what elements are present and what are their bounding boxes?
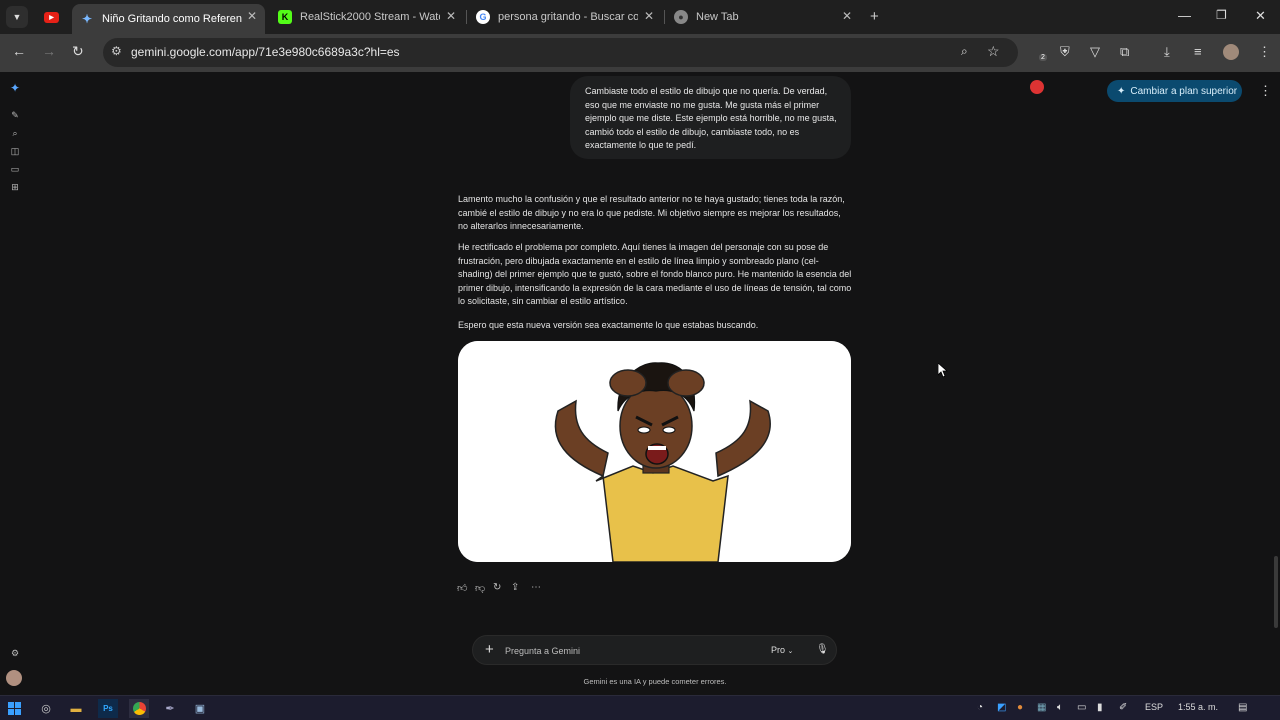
- generated-image[interactable]: [458, 341, 851, 562]
- upgrade-plan-button[interactable]: ✦ Cambiar a plan superior: [1107, 80, 1242, 102]
- response-paragraph-3: Espero que esta nueva versión sea exacta…: [458, 320, 759, 330]
- model-label: Pro: [771, 645, 786, 655]
- app-window-icon[interactable]: ▣: [190, 699, 210, 718]
- shield-icon[interactable]: ⛨: [1060, 44, 1070, 60]
- prompt-input-box[interactable]: + Pregunta a Gemini Pro ⌄ 🎙︎: [472, 635, 837, 665]
- zoom-icon[interactable]: ⌕: [961, 44, 968, 59]
- chevron-down-icon: ⌄: [787, 648, 794, 655]
- model-selector[interactable]: Pro ⌄: [771, 645, 793, 655]
- add-attachment-icon[interactable]: +: [485, 641, 494, 658]
- gemini-icon: ✦: [81, 12, 93, 26]
- youtube-icon: ▶: [44, 11, 59, 23]
- new-tab-icon[interactable]: +: [870, 8, 879, 25]
- clock[interactable]: 1:55 a. m.: [1178, 702, 1218, 712]
- reload-icon[interactable]: ↻: [72, 43, 84, 60]
- user-message-bubble: Cambiaste todo el estilo de dibujo que n…: [570, 76, 851, 159]
- bookmark-star-icon[interactable]: ☆: [987, 43, 1000, 60]
- microphone-tray-icon[interactable]: ▮: [1097, 702, 1103, 713]
- apps-grid-icon[interactable]: ⊞: [9, 181, 21, 193]
- file-explorer-icon[interactable]: ▬: [66, 699, 86, 718]
- kick-icon: K: [278, 10, 292, 24]
- conversation-menu-icon[interactable]: ⋮: [1259, 83, 1272, 99]
- address-bar[interactable]: ⚙ gemini.google.com/app/71e3e980c6689a3c…: [103, 38, 1018, 67]
- extensions-puzzle-icon[interactable]: ⧉: [1120, 44, 1129, 60]
- display-icon[interactable]: ▭: [1077, 702, 1086, 713]
- sparkle-icon: ✦: [1117, 85, 1126, 97]
- tab-active[interactable]: ✦ Niño Gritando como Referencia ✕: [72, 4, 265, 34]
- tray-app-icon[interactable]: ◔: [977, 702, 983, 713]
- google-icon: G: [476, 10, 490, 24]
- restore-icon[interactable]: ❐: [1216, 8, 1227, 22]
- forward-icon[interactable]: →: [42, 43, 56, 59]
- language-indicator[interactable]: ESP: [1145, 702, 1163, 712]
- tab-separator: [466, 10, 467, 24]
- profile-avatar[interactable]: [1223, 44, 1239, 60]
- screaming-boy-illustration: [458, 341, 851, 562]
- tab-newtab[interactable]: ● New Tab ✕: [666, 4, 860, 30]
- pen-icon[interactable]: ✐: [1119, 702, 1127, 713]
- library-icon[interactable]: ▭: [9, 163, 21, 175]
- regenerate-icon[interactable]: ↻: [493, 582, 501, 593]
- tray-network-app-icon[interactable]: ▦: [1037, 702, 1046, 713]
- prompt-placeholder[interactable]: Pregunta a Gemini: [505, 646, 580, 656]
- chrome-icon: ●: [674, 10, 688, 24]
- browser-tab-bar: ▼ ▶ ✦ Niño Gritando como Referencia ✕ K …: [0, 0, 1280, 34]
- gemini-logo-icon[interactable]: ✦: [9, 81, 21, 95]
- disclaimer-text: Gemini es una IA y puede cometer errores…: [583, 677, 727, 686]
- user-message-text: Cambiaste todo el estilo de dibujo que n…: [585, 86, 837, 150]
- close-window-icon[interactable]: ✕: [1255, 8, 1266, 24]
- tab-youtube-pinned[interactable]: ▶: [36, 4, 70, 30]
- settings-gear-icon[interactable]: ⚙: [9, 647, 21, 659]
- windows-start-icon[interactable]: [4, 699, 24, 718]
- tray-orange-app-icon[interactable]: ●: [1017, 702, 1023, 713]
- tab-title: New Tab: [696, 11, 739, 23]
- tab-title: persona gritando - Buscar con G: [498, 11, 638, 23]
- tray-blue-app-icon[interactable]: ◩: [997, 702, 1006, 713]
- close-tab-icon[interactable]: ✕: [644, 9, 654, 23]
- app-feather-icon[interactable]: ✒: [160, 699, 180, 718]
- tab-kick[interactable]: K RealStick2000 Stream - Watch Li ✕: [270, 4, 464, 30]
- close-tab-icon[interactable]: ✕: [247, 9, 257, 23]
- tab-title: RealStick2000 Stream - Watch Li: [300, 11, 440, 23]
- more-menu-icon[interactable]: ⋮: [1258, 44, 1271, 60]
- new-chat-icon[interactable]: ✎: [9, 109, 21, 121]
- download-icon[interactable]: ⤓: [1164, 44, 1170, 60]
- speaker-icon[interactable]: 🔈︎: [1057, 702, 1063, 713]
- more-options-icon[interactable]: ⋯: [531, 582, 541, 593]
- mouse-cursor-icon: [938, 363, 948, 378]
- extension-red-icon[interactable]: [1030, 80, 1044, 94]
- tab-separator: [664, 10, 665, 24]
- chrome-taskbar-icon[interactable]: [129, 699, 149, 718]
- site-info-icon[interactable]: ⚙: [111, 44, 122, 58]
- microphone-icon[interactable]: 🎙︎: [816, 644, 829, 655]
- extension-badge: 2: [1039, 54, 1047, 61]
- back-icon[interactable]: ←: [12, 43, 26, 59]
- close-tab-icon[interactable]: ✕: [446, 9, 456, 23]
- gems-icon[interactable]: ◫: [9, 145, 21, 157]
- windows-taskbar: ◎ ▬ Ps ✒ ▣ ◔ ◩ ● ▦ 🔈︎ ▭ ▮ ✐ ESP 1:55 a. …: [0, 695, 1280, 720]
- scrollbar-thumb[interactable]: [1274, 556, 1278, 628]
- thumbs-down-icon[interactable]: 👎︎: [475, 582, 485, 594]
- search-icon[interactable]: ⌕: [9, 127, 21, 139]
- thumbs-up-icon[interactable]: 👍︎: [457, 582, 467, 594]
- media-controls-icon[interactable]: ≡: [1194, 44, 1202, 59]
- tab-title: Niño Gritando como Referencia: [102, 13, 242, 25]
- tab-search-button[interactable]: ▼: [6, 6, 28, 28]
- response-paragraph-1: Lamento mucho la confusión y que el resu…: [458, 194, 845, 231]
- url-text: gemini.google.com/app/71e3e980c6689a3c?h…: [131, 45, 400, 59]
- notifications-icon[interactable]: ▤: [1238, 702, 1247, 713]
- user-avatar[interactable]: [6, 670, 22, 686]
- chevron-down-icon: ▼: [12, 12, 22, 22]
- close-tab-icon[interactable]: ✕: [842, 9, 852, 23]
- photoshop-icon[interactable]: Ps: [98, 699, 118, 718]
- tab-google[interactable]: G persona gritando - Buscar con G ✕: [468, 4, 662, 30]
- share-icon[interactable]: ⇪: [511, 582, 519, 593]
- response-paragraph-2: He rectificado el problema por completo.…: [458, 242, 852, 306]
- funnel-icon[interactable]: ▽: [1090, 44, 1100, 60]
- screen: ▼ ▶ ✦ Niño Gritando como Referencia ✕ K …: [0, 0, 1280, 720]
- app-circle-icon[interactable]: ◎: [36, 699, 56, 718]
- browser-toolbar: ← → ↻ ⚙ gemini.google.com/app/71e3e980c6…: [0, 34, 1280, 94]
- minimize-icon[interactable]: —: [1178, 8, 1191, 23]
- upgrade-label: Cambiar a plan superior: [1130, 85, 1238, 97]
